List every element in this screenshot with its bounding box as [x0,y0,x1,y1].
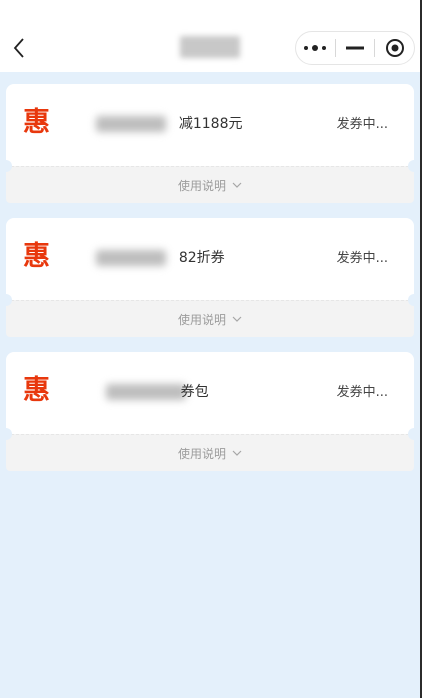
coupon-name: xxxxxxxxx券包 [106,383,209,401]
chevron-left-icon [13,38,24,58]
chevron-down-icon [232,182,242,188]
card-notch [408,428,420,440]
capsule-menu [295,31,415,65]
usage-instructions-label: 使用说明 [177,312,226,327]
card-notch [408,160,420,172]
coupon-name-text: 减1188元 [178,116,243,132]
card-notch [408,294,420,306]
chevron-down-icon [232,316,242,322]
close-button[interactable] [375,32,414,64]
coupon-card[interactable]: 惠 xxxxxxxxx券包 发券中... 使用说明 [0,352,420,471]
page-title-redacted [180,36,240,58]
navigation-bar [0,0,420,72]
coupon-name: xxxxxxxxxx82折券 [96,249,225,267]
mini-program-page: 惠 xxxxxxxxxx减1188元 发券中... 使用说明 惠 xxxxxxx… [0,0,422,698]
coupon-card-body: 惠 xxxxxxxxxx减1188元 发券中... [0,84,420,172]
usage-instructions-toggle[interactable]: 使用说明 [6,300,414,337]
coupon-name-text: 82折券 [178,250,225,266]
card-notch [0,428,12,440]
card-notch [0,294,12,306]
minimize-icon [346,46,364,50]
coupon-card-body: 惠 xxxxxxxxxx82折券 发券中... [0,218,420,306]
back-button[interactable] [8,34,30,62]
coupon-badge: 惠 [23,241,50,272]
coupon-badge: 惠 [23,375,50,406]
coupon-name: xxxxxxxxxx减1188元 [96,115,243,133]
coupon-badge: 惠 [23,107,50,138]
usage-instructions-label: 使用说明 [177,178,226,193]
coupon-status: 发券中... [336,251,388,266]
coupon-status: 发券中... [336,385,388,400]
minimize-button[interactable] [336,32,375,64]
coupon-name-text: 券包 [180,384,209,400]
usage-instructions-toggle[interactable]: 使用说明 [6,166,414,203]
chevron-down-icon [232,450,242,456]
more-button[interactable] [296,32,335,64]
coupon-card-body: 惠 xxxxxxxxx券包 发券中... [0,352,420,440]
coupon-status: 发券中... [336,117,388,132]
more-dots-icon [304,45,327,51]
usage-instructions-label: 使用说明 [177,446,226,461]
coupon-card[interactable]: 惠 xxxxxxxxxx减1188元 发券中... 使用说明 [0,84,420,203]
card-notch [0,160,12,172]
coupon-card[interactable]: 惠 xxxxxxxxxx82折券 发券中... 使用说明 [0,218,420,337]
usage-instructions-toggle[interactable]: 使用说明 [6,434,414,471]
target-circle-icon [385,39,404,57]
